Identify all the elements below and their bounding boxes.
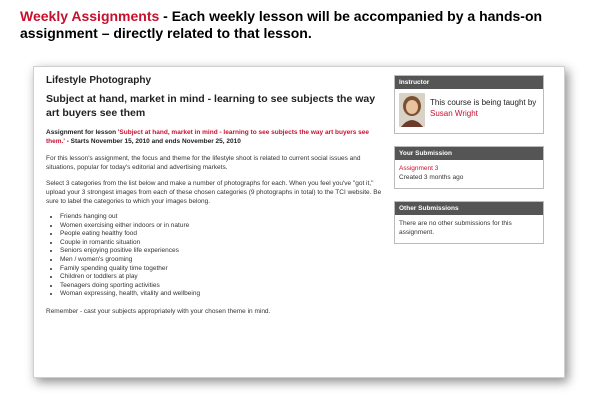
list-item: Children or toddlers at play bbox=[60, 273, 386, 282]
submission-heading: Your Submission bbox=[395, 147, 543, 160]
avatar[interactable] bbox=[399, 93, 425, 127]
list-item: Teenagers doing sporting activities bbox=[60, 282, 386, 291]
submission-created: Created 3 months ago bbox=[399, 174, 464, 181]
other-submissions-heading: Other Submissions bbox=[395, 202, 543, 215]
screenshot-panel: Lifestyle Photography Subject at hand, m… bbox=[33, 66, 565, 378]
other-submissions-box: Other Submissions There are no other sub… bbox=[394, 201, 544, 244]
other-submissions-text: There are no other submissions for this … bbox=[399, 220, 512, 236]
course-title: Lifestyle Photography bbox=[46, 75, 152, 86]
list-item: Friends hanging out bbox=[60, 213, 386, 222]
slide-title-highlight: Weekly Assignments bbox=[20, 8, 160, 24]
instructor-body: This course is being taught by Susan Wri… bbox=[395, 89, 543, 133]
list-item: Family spending quality time together bbox=[60, 265, 386, 274]
assignment-dates: - Starts November 15, 2010 and ends Nove… bbox=[64, 138, 241, 145]
list-item: Couple in romantic situation bbox=[60, 239, 386, 248]
submission-box: Your Submission Assignment 3 Created 3 m… bbox=[394, 146, 544, 189]
slide-title: Weekly Assignments - Each weekly lesson … bbox=[20, 8, 590, 42]
category-list: Friends hanging out Women exercising eit… bbox=[46, 213, 386, 299]
assignment-prefix: Assignment for lesson bbox=[46, 129, 118, 136]
list-item: People eating healthy food bbox=[60, 230, 386, 239]
list-item: Woman expressing, health, vitality and w… bbox=[60, 290, 386, 299]
instructor-caption: This course is being taught by bbox=[430, 98, 537, 107]
submission-link[interactable]: Assignment 3 bbox=[399, 164, 539, 173]
list-item: Seniors enjoying positive life experienc… bbox=[60, 247, 386, 256]
instructor-name-link[interactable]: Susan Wright bbox=[430, 109, 478, 118]
list-item: Men / women's grooming bbox=[60, 256, 386, 265]
assignment-header: Assignment for lesson 'Subject at hand, … bbox=[46, 128, 386, 146]
assignment-closing: Remember - cast your subjects appropriat… bbox=[46, 307, 271, 315]
list-item: Women exercising either indoors or in na… bbox=[60, 222, 386, 231]
assignment-content: Lifestyle Photography Subject at hand, m… bbox=[46, 75, 386, 323]
submission-body: Assignment 3 Created 3 months ago bbox=[395, 160, 543, 188]
lesson-title: Subject at hand, market in mind - learni… bbox=[46, 93, 376, 119]
assignment-instructions: Select 3 categories from the list below … bbox=[46, 180, 382, 205]
instructor-box: Instructor This course is being taught b… bbox=[394, 75, 544, 134]
instructor-text: This course is being taught by Susan Wri… bbox=[430, 93, 539, 127]
instructor-heading: Instructor bbox=[395, 76, 543, 89]
assignment-intro: For this lesson's assignment, the focus … bbox=[46, 155, 361, 171]
sidebar: Instructor This course is being taught b… bbox=[394, 75, 544, 256]
